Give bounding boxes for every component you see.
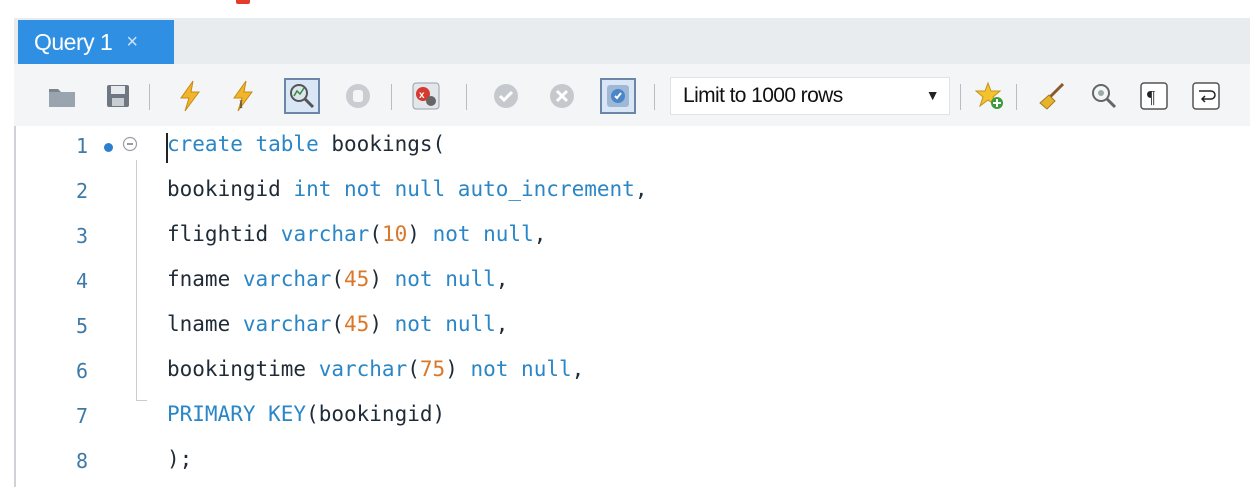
line-number: 8 [75,449,88,473]
save-icon[interactable] [100,78,136,114]
explain-icon[interactable] [284,78,320,114]
limit-rows-select[interactable]: Limit to 1000 rows ▼ [670,77,950,115]
code-text[interactable]: lname varchar(45) not null, [167,312,508,336]
red-marker [236,0,250,4]
find-icon[interactable] [1086,78,1122,114]
tab-title: Query 1 [34,28,113,55]
svg-text:x: x [419,90,425,101]
code-line[interactable]: 2 bookingid int not null auto_increment, [14,171,1250,211]
sql-identifier: lname [167,312,243,336]
sql-keyword: PRIMARY KEY [167,402,307,426]
open-folder-icon[interactable] [44,78,80,114]
line-number: 2 [75,179,88,203]
sql-identifier: bookingtime [167,357,319,381]
commit-icon[interactable] [488,78,524,114]
invisible-chars-icon[interactable]: ¶ [1136,78,1172,114]
code-line[interactable]: 1 create table bookings( [14,126,1250,166]
sql-identifier: , [495,267,509,291]
sql-keyword: not null [470,357,572,381]
autocommit-icon[interactable] [600,78,636,114]
rollback-icon[interactable] [544,78,580,114]
sql-keyword: create table [167,132,332,156]
tab-query-1[interactable]: Query 1 × [18,20,174,64]
code-line[interactable]: 6 bookingtime varchar(75) not null, [14,351,1250,391]
sql-keyword: not null [432,222,534,246]
sql-identifier: ( [331,267,345,291]
code-text[interactable]: ); [167,447,192,471]
word-wrap-icon[interactable] [1188,78,1224,114]
code-text[interactable]: PRIMARY KEY(bookingid) [167,402,445,426]
line-number: 1 [75,134,88,158]
sql-identifier: flightid [167,222,281,246]
beautify-icon[interactable] [1034,78,1070,114]
sql-number: 75 [419,357,446,381]
sql-identifier: ( [369,222,382,246]
sql-identifier: (bookingid) [306,402,446,426]
toggle-error-stop-icon[interactable]: x [408,78,444,114]
code-text[interactable]: fname varchar(45) not null, [167,267,508,291]
execute-icon[interactable] [172,78,208,114]
sql-keyword: varchar [318,357,408,381]
bookmark-icon[interactable] [972,78,1008,114]
line-number: 5 [75,314,88,338]
sql-identifier: ) [369,267,395,291]
sql-identifier: ); [167,447,193,471]
sql-keyword: varchar [242,267,332,291]
code-text[interactable]: bookingid int not null auto_increment, [167,177,647,201]
tab-bar: Query 1 × [14,18,1250,64]
line-number: 6 [75,359,88,383]
execute-current-icon[interactable]: I [226,78,262,114]
sql-identifier: ) [369,312,395,336]
code-text[interactable]: flightid varchar(10) not null, [167,222,546,246]
line-number: 4 [75,269,88,293]
sql-number: 45 [344,267,370,291]
statement-marker-icon [104,143,113,152]
fold-collapse-icon[interactable] [122,136,138,152]
svg-text:¶: ¶ [1147,87,1155,107]
sql-identifier: , [571,357,585,381]
sql-identifier: , [495,312,509,336]
sql-identifier: fname [167,267,243,291]
sql-identifier: bookingid [167,177,294,201]
sql-number: 10 [381,222,408,246]
sql-identifier: ( [331,312,345,336]
code-text[interactable]: create table bookings( [167,132,445,156]
sql-keyword: not null [394,312,496,336]
sql-identifier: ) [407,222,433,246]
sql-identifier: , [634,177,648,201]
sql-keyword: int not null auto_increment [293,177,635,201]
sql-identifier: ) [445,357,471,381]
sql-identifier: , [533,222,547,246]
sql-keyword: varchar [242,312,332,336]
line-number: 7 [75,404,88,428]
sql-keyword: varchar [280,222,370,246]
limit-rows-value: Limit to 1000 rows [683,84,843,107]
window-top-strip [0,0,1250,18]
code-line[interactable]: 5 lname varchar(45) not null, [14,306,1250,346]
tab-close-icon[interactable]: × [126,31,138,54]
sql-identifier: ( [407,357,420,381]
code-line[interactable]: 7 PRIMARY KEY(bookingid) [14,396,1250,436]
chevron-down-icon: ▼ [925,87,940,103]
stop-icon[interactable] [340,78,376,114]
sql-editor[interactable]: 1 create table bookings( 2 bookingid int no… [14,126,1250,487]
code-line[interactable]: 4 fname varchar(45) not null, [14,261,1250,301]
code-line[interactable]: 8); [14,441,1250,481]
sql-toolbar: I x Limit to 1000 rows ▼ ¶ [14,64,1250,127]
line-number: 3 [75,224,88,248]
code-text[interactable]: bookingtime varchar(75) not null, [167,357,584,381]
code-line[interactable]: 3 flightid varchar(10) not null, [14,216,1250,256]
svg-text:I: I [239,97,243,111]
sql-keyword: not null [394,267,496,291]
sql-identifier: bookings( [331,132,446,156]
text-caret [166,133,168,163]
sql-number: 45 [344,312,370,336]
